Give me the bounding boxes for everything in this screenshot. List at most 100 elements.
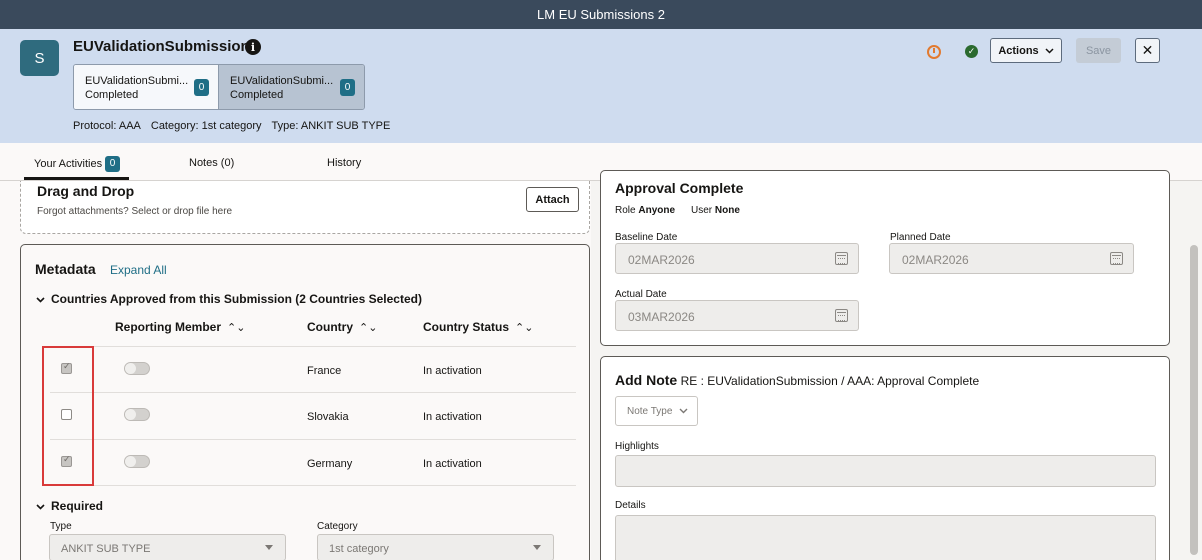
category-select[interactable]: 1st category bbox=[317, 534, 554, 560]
type-text: Type: ANKIT SUB TYPE bbox=[271, 120, 391, 132]
note-type-select[interactable]: Note Type bbox=[615, 396, 698, 426]
tab-count-badge: 0 bbox=[105, 156, 121, 172]
chevron-down-icon bbox=[679, 408, 688, 414]
active-tab-indicator bbox=[24, 177, 129, 180]
date-value: 02MAR2026 bbox=[902, 253, 969, 267]
highlights-input[interactable] bbox=[615, 455, 1156, 487]
details-textarea[interactable] bbox=[615, 515, 1156, 560]
row-divider bbox=[50, 392, 576, 393]
sort-icon: ⌃⌄ bbox=[359, 322, 378, 334]
role-value: Anyone bbox=[638, 205, 676, 216]
chevron-down-icon bbox=[36, 501, 45, 513]
calendar-icon[interactable] bbox=[835, 252, 848, 265]
actions-label: Actions bbox=[998, 44, 1039, 57]
actions-button[interactable]: Actions bbox=[990, 38, 1062, 63]
approval-title: Approval Complete bbox=[615, 180, 744, 196]
calendar-icon[interactable] bbox=[835, 309, 848, 322]
date-value: 03MAR2026 bbox=[628, 310, 695, 324]
save-button[interactable]: Save bbox=[1076, 38, 1121, 63]
select-value: 1st category bbox=[329, 543, 389, 555]
drop-zone-hint: Forgot attachments? Select or drop file … bbox=[37, 206, 233, 217]
country-cell: Slovakia bbox=[307, 411, 349, 423]
country-cell: France bbox=[307, 365, 342, 377]
countries-section-header[interactable]: Countries Approved from this Submission … bbox=[36, 292, 422, 306]
category-label: Category bbox=[317, 521, 358, 532]
role-label: Role bbox=[615, 205, 636, 216]
highlights-label: Highlights bbox=[615, 441, 659, 452]
add-note-title: Add Note bbox=[615, 372, 678, 388]
protocol-text: Protocol: AAA bbox=[73, 120, 141, 132]
tab-history[interactable]: History bbox=[327, 157, 361, 169]
category-text: Category: 1st category bbox=[150, 120, 262, 132]
user-label: User bbox=[691, 205, 713, 216]
user-value: None bbox=[714, 205, 740, 216]
reporting-member-toggle[interactable] bbox=[124, 455, 150, 468]
actual-date-label: Actual Date bbox=[615, 289, 667, 300]
caret-down-icon bbox=[265, 545, 273, 550]
window-title: LM EU Submissions 2 bbox=[537, 7, 665, 22]
metadata-title: Metadata bbox=[35, 261, 96, 277]
actual-date-field[interactable]: 03MAR2026 bbox=[615, 300, 859, 331]
baseline-date-label: Baseline Date bbox=[615, 232, 678, 243]
column-header-country-status[interactable]: Country Status ⌃⌄ bbox=[423, 320, 533, 334]
page-title: EUValidationSubmission bbox=[73, 38, 250, 55]
add-note-header: Add Note RE : EUValidationSubmission / A… bbox=[615, 372, 979, 388]
caret-down-icon bbox=[533, 545, 541, 550]
type-label: Type bbox=[50, 521, 72, 532]
baseline-date-field[interactable]: 02MAR2026 bbox=[615, 243, 859, 274]
close-icon: ✕ bbox=[1141, 42, 1154, 58]
status-cell: In activation bbox=[423, 365, 482, 377]
submission-card[interactable]: EUValidationSubmi... Completed 0 bbox=[74, 65, 219, 109]
close-button[interactable]: ✕ bbox=[1135, 38, 1160, 63]
tab-your-activities[interactable]: Your Activities 0 bbox=[34, 156, 121, 172]
reporting-member-toggle[interactable] bbox=[124, 362, 150, 375]
sort-icon: ⌃⌄ bbox=[515, 322, 534, 334]
calendar-icon[interactable] bbox=[1110, 252, 1123, 265]
expand-all-link[interactable]: Expand All bbox=[110, 263, 167, 277]
select-value: ANKIT SUB TYPE bbox=[61, 543, 151, 555]
section-title: Required bbox=[51, 499, 104, 513]
window-titlebar: LM EU Submissions 2 bbox=[0, 0, 1202, 29]
status-cell: In activation bbox=[423, 411, 482, 423]
planned-date-label: Planned Date bbox=[890, 232, 951, 243]
row-divider bbox=[50, 346, 576, 347]
highlight-annotation-box bbox=[42, 346, 94, 486]
reporting-member-toggle[interactable] bbox=[124, 408, 150, 421]
submission-card-selected[interactable]: EUValidationSubmi... Completed 0 bbox=[219, 65, 364, 109]
tab-label: Your Activities bbox=[34, 157, 103, 170]
column-header-reporting-member[interactable]: Reporting Member ⌃⌄ bbox=[115, 320, 245, 334]
check-circle-icon[interactable]: ✓ bbox=[965, 45, 978, 58]
scrollbar[interactable] bbox=[1190, 245, 1198, 555]
row-divider bbox=[50, 485, 576, 486]
select-placeholder: Note Type bbox=[627, 405, 673, 417]
user-line: User None bbox=[691, 205, 740, 216]
required-section-header[interactable]: Required bbox=[36, 499, 103, 513]
info-icon[interactable]: i bbox=[245, 39, 261, 55]
section-title: Countries Approved from this Submission … bbox=[51, 292, 422, 306]
planned-date-field[interactable]: 02MAR2026 bbox=[889, 243, 1134, 274]
status-cell: In activation bbox=[423, 458, 482, 470]
row-divider bbox=[50, 439, 576, 440]
attach-button[interactable]: Attach bbox=[526, 187, 579, 212]
type-select[interactable]: ANKIT SUB TYPE bbox=[49, 534, 286, 560]
submission-cards: EUValidationSubmi... Completed 0 EUValid… bbox=[73, 64, 365, 110]
card-count-badge: 0 bbox=[194, 79, 209, 96]
column-label: Country Status bbox=[423, 320, 510, 334]
add-note-subtitle: RE : EUValidationSubmission / AAA: Appro… bbox=[680, 374, 980, 388]
card-count-badge: 0 bbox=[340, 79, 355, 96]
country-cell: Germany bbox=[307, 458, 353, 470]
chevron-down-icon bbox=[1045, 47, 1054, 54]
role-line: Role Anyone bbox=[615, 205, 675, 216]
record-meta: Protocol: AAA Category: 1st category Typ… bbox=[73, 120, 390, 132]
drop-zone-title: Drag and Drop bbox=[37, 183, 135, 199]
tab-notes[interactable]: Notes (0) bbox=[189, 157, 234, 169]
sort-icon: ⌃⌄ bbox=[227, 322, 246, 334]
avatar: S bbox=[20, 40, 59, 76]
chevron-down-icon bbox=[36, 294, 45, 306]
column-label: Reporting Member bbox=[115, 320, 222, 334]
details-label: Details bbox=[615, 500, 646, 511]
column-header-country[interactable]: Country ⌃⌄ bbox=[307, 320, 377, 334]
date-value: 02MAR2026 bbox=[628, 253, 695, 267]
column-label: Country bbox=[307, 320, 353, 334]
clock-icon[interactable] bbox=[927, 45, 941, 59]
